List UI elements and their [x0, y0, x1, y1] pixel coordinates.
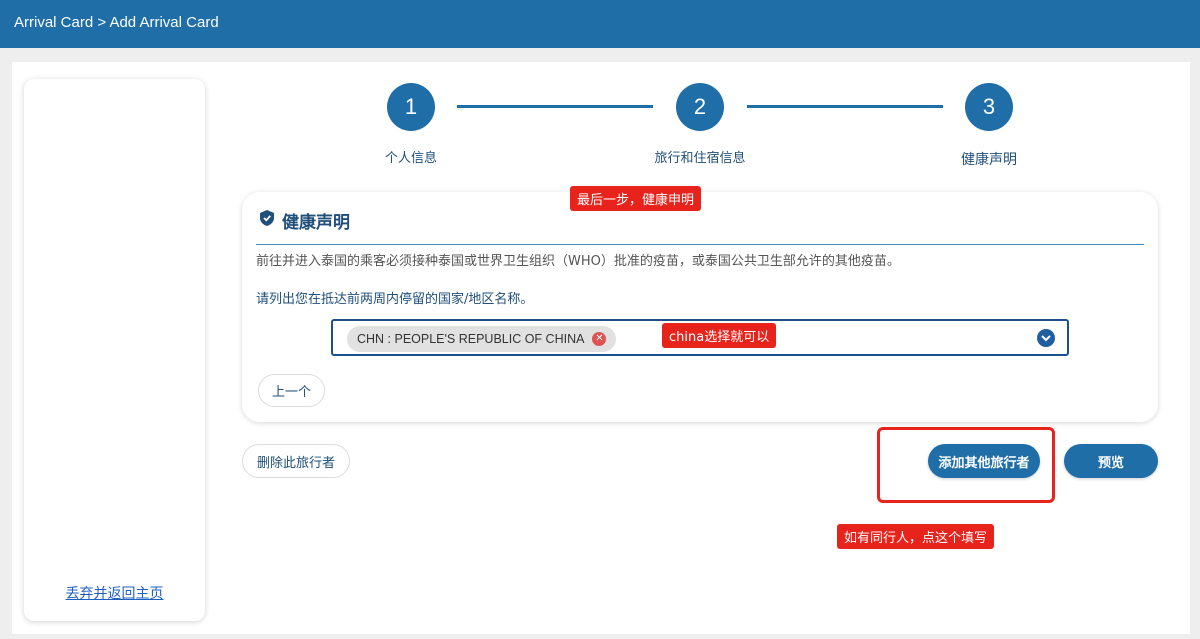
annotation-choose-china: china选择就可以: [662, 323, 777, 348]
annotation-last-step: 最后一步，健康申明: [570, 186, 702, 211]
shield-icon: [260, 210, 274, 231]
countries-question: 请列出您在抵达前两周内停留的国家/地区名称。: [256, 292, 534, 307]
preview-button[interactable]: 预览: [1064, 444, 1158, 478]
remove-chip-icon[interactable]: ✕: [592, 332, 607, 346]
divider: [256, 244, 1144, 245]
step-1-circle: 1: [387, 83, 435, 131]
chevron-down-icon[interactable]: [1037, 329, 1055, 347]
health-declaration-card: 健康声明 前往并进入泰国的乘客必须接种泰国或世界卫生组织（WHO）批准的疫苗，或…: [242, 192, 1158, 422]
card-title: 健康声明: [282, 213, 350, 233]
previous-button[interactable]: 上一个: [258, 374, 325, 407]
selected-country-label: CHN : PEOPLE'S REPUBLIC OF CHINA: [357, 332, 585, 346]
step-3-circle: 3: [965, 83, 1013, 131]
top-bar: Arrival Card > Add Arrival Card: [0, 0, 1200, 48]
breadcrumb: Arrival Card > Add Arrival Card: [14, 14, 219, 31]
step-connector-2: [747, 105, 943, 108]
annotation-highlight-box: [877, 427, 1055, 503]
step-2-label: 旅行和住宿信息: [654, 151, 746, 166]
vaccine-description: 前往并进入泰国的乘客必须接种泰国或世界卫生组织（WHO）批准的疫苗，或泰国公共卫…: [256, 254, 900, 269]
step-connector-1: [457, 105, 653, 108]
selected-country-chip: CHN : PEOPLE'S REPUBLIC OF CHINA ✕: [347, 326, 617, 352]
discard-return-home-link[interactable]: 丢弃并返回主页: [24, 583, 205, 603]
delete-traveler-button[interactable]: 删除此旅行者: [242, 444, 350, 478]
card-header: 健康声明: [260, 208, 350, 233]
step-2-circle: 2: [676, 83, 724, 131]
annotation-companion: 如有同行人，点这个填写: [837, 524, 995, 549]
step-3-label: 健康声明: [961, 152, 1017, 168]
step-1-label: 个人信息: [384, 151, 437, 166]
sidebar: 丢弃并返回主页: [24, 79, 205, 621]
